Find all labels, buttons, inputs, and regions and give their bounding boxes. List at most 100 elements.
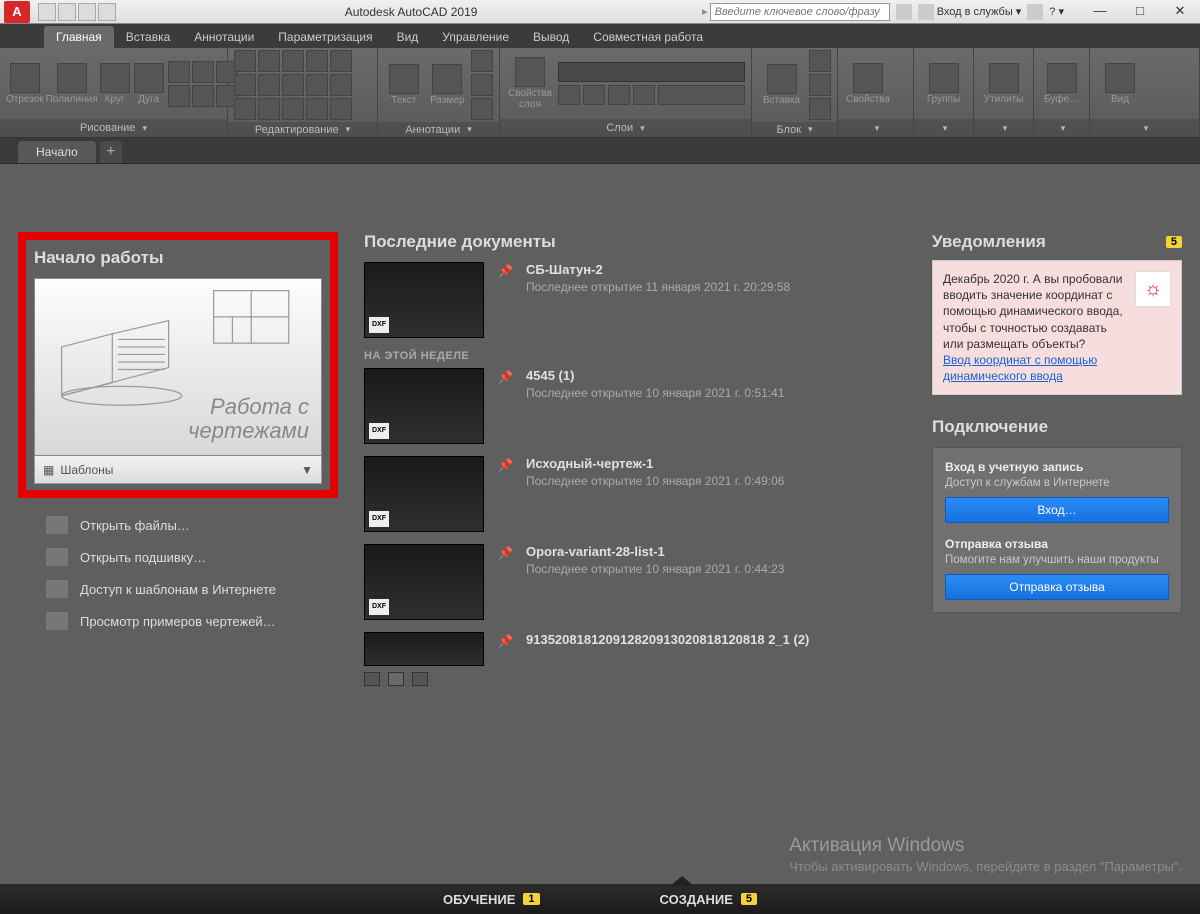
create-tab[interactable]: СОЗДАНИЕ5 (660, 892, 758, 907)
tool-block-insert[interactable]: Вставка (758, 64, 805, 106)
tool-clipboard[interactable]: Буфе… (1040, 63, 1083, 105)
doc-subtitle: Последнее открытие 10 января 2021 г. 0:4… (526, 473, 784, 489)
pin-icon[interactable]: 📌 (498, 368, 512, 444)
help-button[interactable]: ? ▾ (1049, 5, 1064, 18)
templates-dropdown[interactable]: ▦Шаблоны ▼ (34, 456, 322, 484)
anno-small[interactable] (471, 50, 493, 120)
open-files-link[interactable]: Открыть файлы… (46, 516, 338, 534)
doc-thumbnail: DXF (364, 368, 484, 444)
qat-open-icon[interactable] (58, 3, 76, 21)
tool-line[interactable]: Отрезок (6, 63, 44, 105)
online-templates-link[interactable]: Доступ к шаблонам в Интернете (46, 580, 338, 598)
dxf-badge-icon: DXF (369, 599, 389, 615)
tool-groups[interactable]: Группы (920, 63, 967, 105)
tab-view[interactable]: Вид (385, 26, 431, 48)
tab-add-button[interactable]: + (100, 141, 122, 163)
sample-drawings-link[interactable]: Просмотр примеров чертежей… (46, 612, 338, 630)
left-links: Открыть файлы… Открыть подшивку… Доступ … (18, 516, 338, 630)
quick-access-toolbar (34, 3, 120, 21)
close-button[interactable]: ✕ (1160, 1, 1200, 23)
exchange-icon[interactable] (1027, 4, 1043, 20)
tool-text[interactable]: Текст (384, 64, 424, 106)
panel-block-label[interactable]: Блок (752, 122, 837, 137)
learn-tab[interactable]: ОБУЧЕНИЕ1 (443, 892, 540, 907)
recent-doc-item[interactable]: 📌 913520818120912820913020818120818 2_1 … (364, 632, 906, 666)
feedback-heading: Отправка отзыва (945, 537, 1169, 551)
tab-home[interactable]: Главная (44, 26, 114, 48)
notification-link[interactable]: Ввод координат с помощью динамического в… (943, 353, 1097, 383)
panel-layers-label[interactable]: Слои (500, 119, 751, 137)
notification-card[interactable]: Декабрь 2020 г. А вы пробовали вводить з… (932, 260, 1182, 395)
tool-properties[interactable]: Свойства (844, 63, 892, 105)
tab-start[interactable]: Начало (18, 141, 96, 163)
block-small[interactable] (809, 50, 831, 120)
app-logo[interactable]: A (4, 1, 30, 23)
panel-clip-label[interactable] (1034, 119, 1089, 137)
panel-props-label[interactable] (838, 119, 913, 137)
recent-doc-item[interactable]: DXF 📌 Исходный-чертеж-1 Последнее открыти… (364, 456, 906, 532)
doc-name: Исходный-чертеж-1 (526, 456, 784, 471)
tool-polyline[interactable]: Полилиния (48, 63, 96, 105)
pin-icon[interactable]: 📌 (498, 456, 512, 532)
qat-new-icon[interactable] (38, 3, 56, 21)
panel-util-label[interactable] (974, 119, 1033, 137)
start-left-column: Начало работы Работа счертежами ▦Шаблоны… (18, 232, 338, 884)
minimize-button[interactable]: — (1080, 1, 1120, 23)
view-list-icon[interactable] (364, 672, 380, 686)
keyword-search-input[interactable] (710, 3, 890, 21)
notifications-title: Уведомления (932, 232, 1046, 252)
notifications-count-badge: 5 (1166, 236, 1182, 248)
doc-thumbnail: DXF (364, 456, 484, 532)
tab-manage[interactable]: Управление (430, 26, 521, 48)
recent-doc-item[interactable]: DXF 📌 4545 (1) Последнее открытие 10 янва… (364, 368, 906, 444)
title-bar: A Autodesk AutoCAD 2019 ▸ Вход в службы … (0, 0, 1200, 24)
maximize-button[interactable]: □ (1120, 1, 1160, 23)
recent-doc-item[interactable]: DXF 📌 Opora-variant-28-list-1Последнее о… (364, 544, 906, 620)
qat-saveas-icon[interactable] (98, 3, 116, 21)
sheets-icon (46, 548, 68, 566)
tab-collaborate[interactable]: Совместная работа (581, 26, 715, 48)
panel-groups-label[interactable] (914, 119, 973, 137)
signin-button[interactable]: Вход… (945, 497, 1169, 523)
panel-edit-label[interactable]: Редактирование (228, 122, 377, 137)
signin-label: Вход в службы (937, 6, 1013, 18)
tool-view[interactable]: Вид (1096, 63, 1144, 105)
recent-doc-item[interactable]: DXF 📌 СБ-Шатун-2Последнее открытие 11 ян… (364, 262, 906, 338)
dxf-badge-icon: DXF (369, 317, 389, 333)
tab-output[interactable]: Вывод (521, 26, 581, 48)
feedback-button[interactable]: Отправка отзыва (945, 574, 1169, 600)
document-tabs: Начало + (0, 138, 1200, 164)
template-icon: ▦ (43, 463, 54, 477)
tab-parametric[interactable]: Параметризация (266, 26, 384, 48)
qat-save-icon[interactable] (78, 3, 96, 21)
panel-draw-label[interactable]: Рисование (0, 119, 227, 137)
tool-utilities[interactable]: Утилиты (980, 63, 1027, 105)
bottom-pointer-icon (670, 876, 694, 886)
panel-view-label[interactable] (1090, 119, 1199, 137)
signin-link[interactable]: Вход в службы ▾ (918, 4, 1022, 20)
doc-name: 4545 (1) (526, 368, 784, 383)
open-sheetset-link[interactable]: Открыть подшивку… (46, 548, 338, 566)
doc-name: Opora-variant-28-list-1 (526, 544, 784, 559)
panel-anno-label[interactable]: Аннотации (378, 122, 499, 137)
tab-insert[interactable]: Вставка (114, 26, 183, 48)
tool-arc[interactable]: Дуга (134, 63, 164, 105)
layer-combo[interactable] (558, 62, 745, 82)
ribbon: Отрезок Полилиния Круг Дуга Рисование Ре… (0, 48, 1200, 138)
people-icon[interactable] (896, 4, 912, 20)
tool-layer-props[interactable]: Свойства слоя (506, 57, 554, 110)
view-thumb-icon[interactable] (412, 672, 428, 686)
tool-dimension[interactable]: Размер (428, 64, 468, 106)
tab-annotate[interactable]: Аннотации (182, 26, 266, 48)
doc-name: 913520818120912820913020818120818 2_1 (2… (526, 632, 809, 647)
pin-icon[interactable]: 📌 (498, 544, 512, 620)
edit-tools[interactable] (234, 50, 352, 120)
pin-icon[interactable]: 📌 (498, 262, 512, 338)
doc-thumbnail: DXF (364, 544, 484, 620)
view-grid-icon[interactable] (388, 672, 404, 686)
search-arrow-icon: ▸ (702, 5, 708, 18)
doc-subtitle: Последнее открытие 10 января 2021 г. 0:5… (526, 385, 784, 401)
pin-icon[interactable]: 📌 (498, 632, 512, 666)
tool-circle[interactable]: Круг (100, 63, 130, 105)
start-drawing-card[interactable]: Работа счертежами (34, 278, 322, 456)
